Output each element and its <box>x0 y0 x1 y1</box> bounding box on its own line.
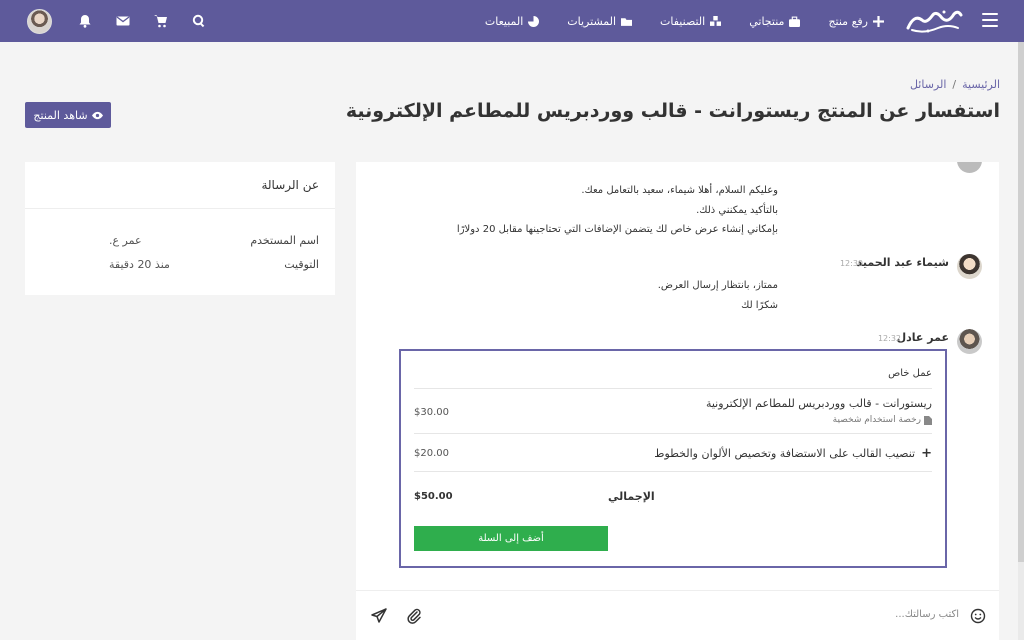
message-author: عمر عادل <box>896 331 949 344</box>
message-line: بالتأكيد يمكنني ذلك. <box>696 205 778 216</box>
add-to-cart-button[interactable]: أضف إلى السلة <box>414 526 608 551</box>
avatar[interactable] <box>27 9 52 34</box>
cubes-icon <box>710 15 722 26</box>
avatar <box>957 162 982 173</box>
addon-price: $20.00 <box>414 448 449 459</box>
main-nav: رفع منتج منتجاتي التصنيفات المشتريات الم… <box>485 0 884 42</box>
file-icon <box>924 415 932 425</box>
paperclip-icon[interactable] <box>406 608 422 627</box>
addon-label: تنصيب القالب على الاستضافة وتخصيص الألوا… <box>654 447 916 460</box>
plus-icon: + <box>921 446 932 461</box>
divider <box>414 471 932 472</box>
nav-categories[interactable]: التصنيفات <box>660 14 722 28</box>
bell-icon[interactable] <box>78 14 92 28</box>
breadcrumb-separator: / <box>952 78 957 91</box>
plus-icon <box>873 15 884 27</box>
info-label: اسم المستخدم <box>250 234 319 247</box>
message-line: شكرًا لك <box>741 300 778 311</box>
product-price: $30.00 <box>414 407 449 418</box>
message-composer <box>356 590 999 640</box>
site-logo[interactable] <box>904 6 964 36</box>
info-title: عن الرسالة <box>25 162 335 209</box>
page-title: استفسار عن المنتج ريستورانت - قالب ووردب… <box>345 100 1000 122</box>
nav-sales[interactable]: المبيعات <box>484 14 540 28</box>
info-label: التوقيت <box>284 258 319 271</box>
nav-label: التصنيفات <box>660 14 706 28</box>
briefcase-icon <box>789 16 801 27</box>
total-value: $50.00 <box>414 491 453 502</box>
divider <box>414 433 932 434</box>
view-product-label: شاهد المنتج <box>33 108 88 122</box>
send-icon[interactable] <box>371 607 387 626</box>
breadcrumb-current[interactable]: الرسائل <box>910 78 946 91</box>
envelope-icon[interactable] <box>116 14 130 28</box>
offer-addon: + تنصيب القالب على الاستضافة وتخصيص الأل… <box>654 446 932 461</box>
avatar <box>957 329 982 354</box>
message-line: بإمكاني إنشاء عرض خاص لك يتضمن الإضافات … <box>456 224 778 235</box>
message-line: ممتاز، بانتظار إرسال العرض. <box>657 280 778 291</box>
message-info-card: عن الرسالة اسم المستخدم عمر ع. التوقيت م… <box>25 162 335 295</box>
license-label: رخصة استخدام شخصية <box>832 415 921 425</box>
divider <box>414 388 932 389</box>
nav-upload-product[interactable]: رفع منتج <box>828 15 884 28</box>
offer-title: عمل خاص <box>888 368 932 379</box>
info-row-time: التوقيت منذ 20 دقيقة <box>109 258 319 271</box>
scrollbar-thumb[interactable] <box>1018 42 1024 562</box>
avatar <box>957 254 982 279</box>
message-time: 12:32 <box>877 334 901 343</box>
info-value: منذ 20 دقيقة <box>109 258 170 271</box>
info-row-username: اسم المستخدم عمر ع. <box>109 234 319 247</box>
breadcrumb-home[interactable]: الرئيسية <box>962 78 1000 91</box>
menu-icon[interactable] <box>982 13 998 27</box>
offer-license: رخصة استخدام شخصية <box>833 415 932 425</box>
message-author: شيماء عبد الحميد <box>856 256 949 269</box>
page-scrollbar[interactable] <box>1018 42 1024 640</box>
nav-my-products[interactable]: منتجاتي <box>749 14 801 28</box>
top-navbar: رفع منتج منتجاتي التصنيفات المشتريات الم… <box>0 0 1024 42</box>
breadcrumb: الرئيسية / الرسائل <box>910 78 1000 91</box>
search-icon[interactable] <box>192 14 206 28</box>
message-line: وعليكم السلام، أهلا شيماء، سعيد بالتعامل… <box>581 185 778 196</box>
cart-icon[interactable] <box>154 14 168 28</box>
offer-product-name: ريستورانت - قالب ووردبريس للمطاعم الإلكت… <box>705 397 932 410</box>
view-product-button[interactable]: شاهد المنتج <box>25 102 111 128</box>
chat-panel: وعليكم السلام، أهلا شيماء، سعيد بالتعامل… <box>356 162 999 640</box>
total-label: الإجمالي <box>608 490 655 503</box>
nav-label: رفع منتج <box>828 14 868 28</box>
message-time: 12:30 <box>839 259 863 268</box>
custom-offer-card: عمل خاص ريستورانت - قالب ووردبريس للمطاع… <box>399 349 947 568</box>
info-value: عمر ع. <box>109 234 142 247</box>
eye-icon <box>91 111 103 119</box>
nav-label: المشتريات <box>567 14 617 28</box>
nav-purchases[interactable]: المشتريات <box>567 14 633 28</box>
folder-icon <box>621 17 633 26</box>
emoji-icon[interactable] <box>970 608 986 627</box>
pie-chart-icon <box>528 15 540 27</box>
message-input[interactable] <box>709 603 959 625</box>
nav-label: منتجاتي <box>749 14 785 28</box>
nav-label: المبيعات <box>484 14 524 28</box>
